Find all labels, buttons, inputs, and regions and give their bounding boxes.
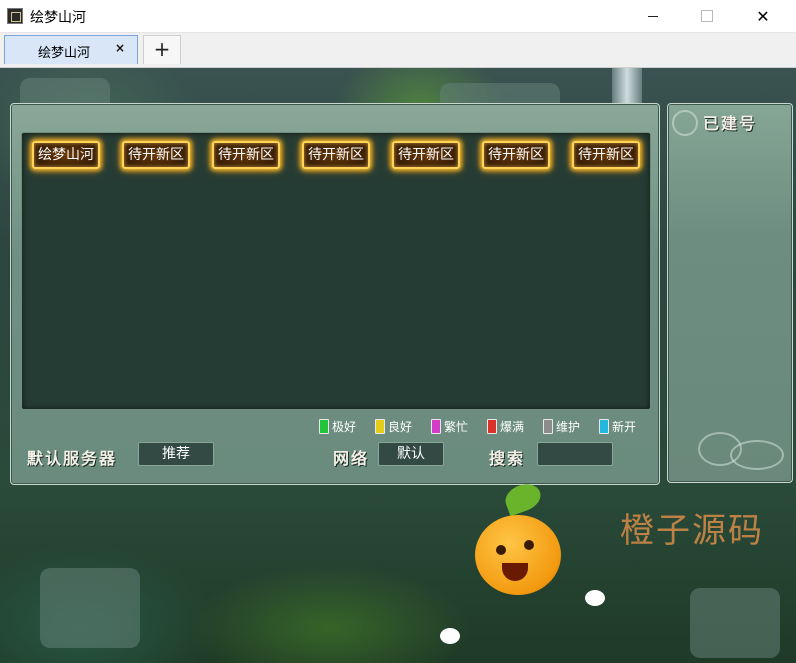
close-window-button[interactable]: ✕ bbox=[740, 0, 786, 32]
background-rock bbox=[690, 588, 780, 658]
server-button[interactable]: 待开新区 bbox=[392, 141, 460, 169]
server-button[interactable]: 待开新区 bbox=[122, 141, 190, 169]
status-swatch-red bbox=[487, 418, 497, 434]
orange-mascot bbox=[475, 515, 561, 595]
search-input[interactable] bbox=[537, 442, 613, 466]
server-button[interactable]: 待开新区 bbox=[482, 141, 550, 169]
legend-item-excellent: 极好 bbox=[319, 417, 356, 435]
server-button[interactable]: 绘梦山河 bbox=[32, 141, 100, 169]
mascot-hand bbox=[440, 628, 460, 644]
minimize-icon bbox=[648, 15, 658, 17]
legend-item-good: 良好 bbox=[375, 417, 412, 435]
server-list: 绘梦山河 待开新区 待开新区 待开新区 待开新区 待开新区 待开新区 bbox=[21, 132, 651, 410]
legend-item-maintenance: 维护 bbox=[543, 417, 580, 435]
status-swatch-cyan bbox=[599, 418, 609, 434]
mascot-eye bbox=[524, 540, 534, 550]
tab-close-icon[interactable]: × bbox=[115, 41, 125, 55]
search-label: 搜索 bbox=[489, 449, 526, 468]
server-button[interactable]: 待开新区 bbox=[572, 141, 640, 169]
created-characters-panel: 已建号 bbox=[667, 103, 793, 483]
status-swatch-yellow bbox=[375, 418, 385, 434]
cloud-ornament-icon bbox=[730, 440, 784, 470]
app-icon bbox=[7, 8, 23, 24]
window-titlebar: 绘梦山河 ✕ bbox=[0, 0, 796, 33]
tab-game[interactable]: 绘梦山河 × bbox=[4, 35, 138, 64]
watermark: 橙子源码 bbox=[620, 511, 764, 551]
maximize-button[interactable] bbox=[684, 0, 730, 32]
status-swatch-green bbox=[319, 418, 329, 434]
background-rock bbox=[40, 568, 140, 648]
cloud-ornament-icon bbox=[672, 110, 698, 136]
legend-item-new: 新开 bbox=[599, 417, 636, 435]
status-swatch-magenta bbox=[431, 418, 441, 434]
default-server-label: 默认服务器 bbox=[27, 449, 118, 468]
legend-item-busy: 繁忙 bbox=[431, 417, 468, 435]
legend-item-full: 爆满 bbox=[487, 417, 524, 435]
default-server-field[interactable]: 推荐 bbox=[138, 442, 214, 466]
status-swatch-gray bbox=[543, 418, 553, 434]
mascot-hand bbox=[585, 590, 605, 606]
server-button[interactable]: 待开新区 bbox=[212, 141, 280, 169]
server-panel: 绘梦山河 待开新区 待开新区 待开新区 待开新区 待开新区 待开新区 极好 良好… bbox=[10, 103, 660, 485]
minimize-button[interactable] bbox=[630, 0, 676, 32]
server-button[interactable]: 待开新区 bbox=[302, 141, 370, 169]
new-tab-button[interactable]: + bbox=[143, 35, 181, 64]
maximize-icon bbox=[701, 10, 713, 22]
network-field[interactable]: 默认 bbox=[378, 442, 444, 466]
window-title: 绘梦山河 bbox=[30, 10, 86, 26]
tab-bar: 绘梦山河 × + bbox=[0, 33, 796, 68]
network-label: 网络 bbox=[333, 449, 370, 468]
mascot-eye bbox=[496, 545, 506, 555]
tab-label: 绘梦山河 bbox=[38, 46, 91, 61]
